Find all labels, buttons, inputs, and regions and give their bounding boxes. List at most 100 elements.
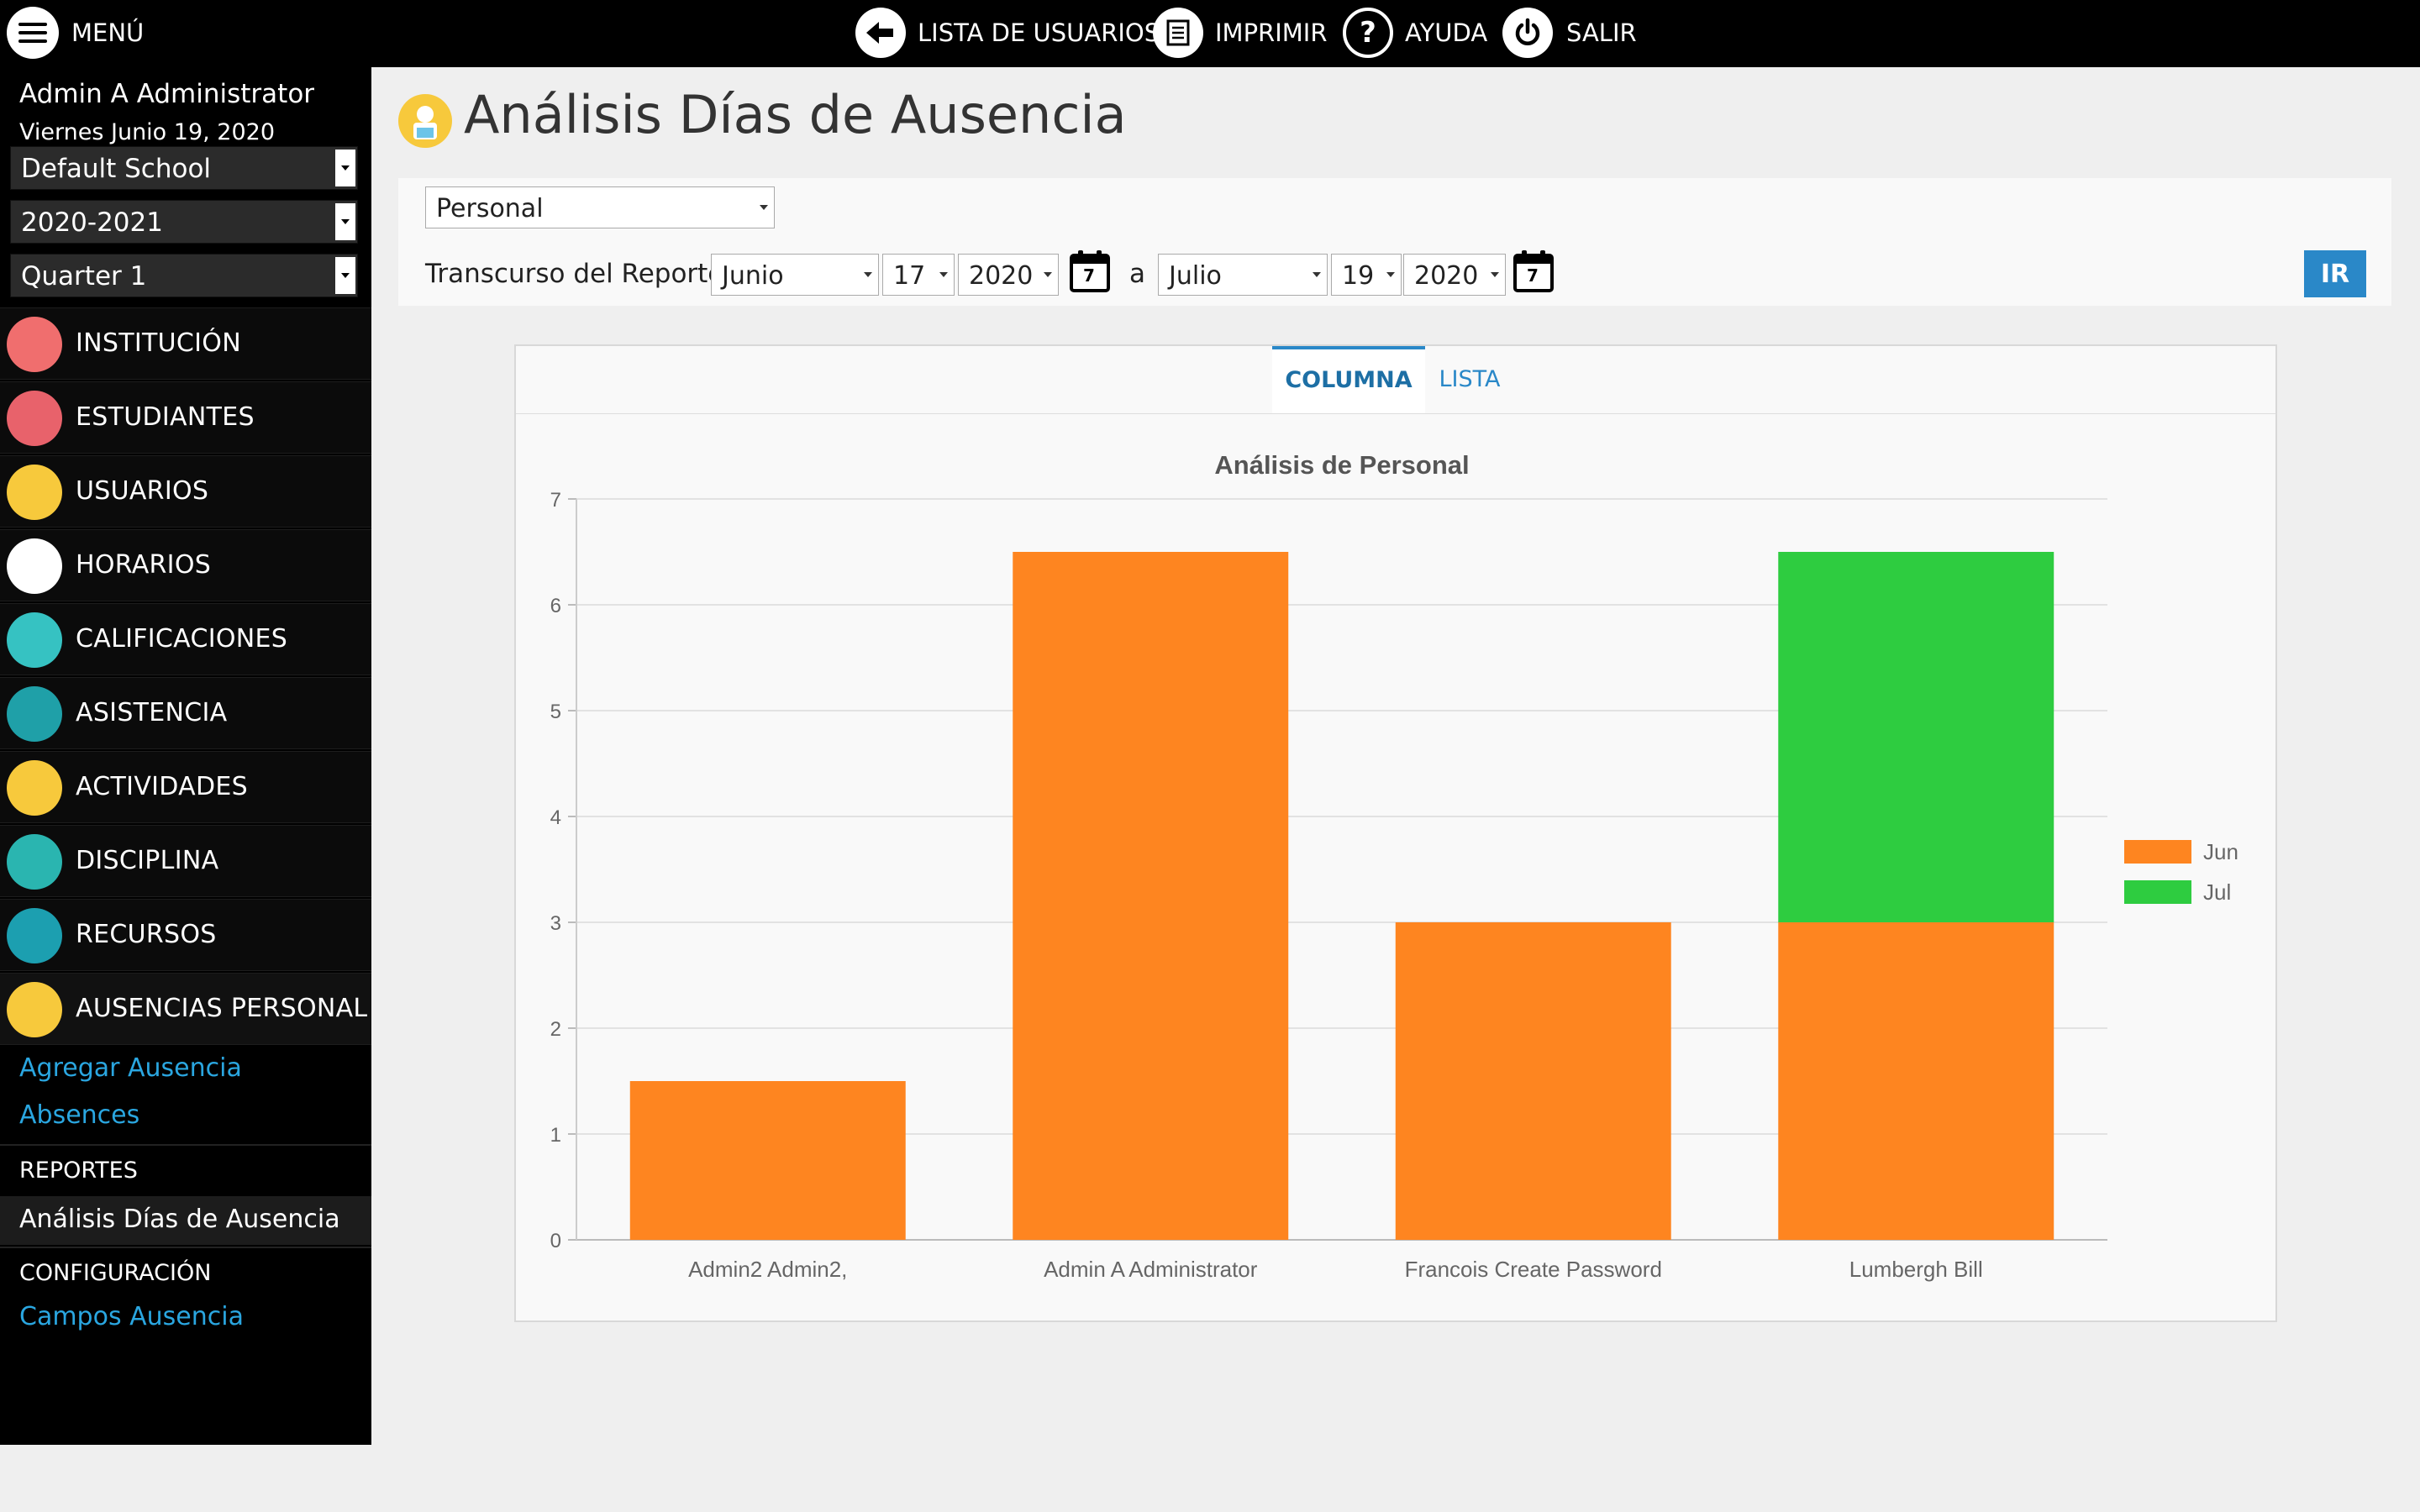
to-year-value: 2020: [1414, 261, 1479, 291]
help-icon[interactable]: ?: [1343, 8, 1393, 58]
to-month-value: Julio: [1169, 261, 1222, 291]
menu-label[interactable]: MENÚ: [71, 17, 144, 49]
users-icon: [7, 465, 62, 520]
sidebar-item-disciplina[interactable]: DISCIPLINA: [0, 825, 371, 897]
bar-jun: [1778, 922, 2054, 1240]
sidebar-item-calificaciones[interactable]: CALIFICACIONES: [0, 603, 371, 675]
x-tick-label: Lumbergh Bill: [1849, 1257, 1983, 1282]
sidebar-item-estudiantes[interactable]: ESTUDIANTES: [0, 381, 371, 454]
staff-absences-icon: [398, 94, 452, 148]
sidebar-item-ausencias-personal[interactable]: AUSENCIAS PERSONAL: [0, 973, 371, 1045]
sidebar-item-label: ESTUDIANTES: [76, 402, 255, 432]
x-tick-label: Francois Create Password: [1405, 1257, 1662, 1282]
calendar-icon[interactable]: 7: [1512, 249, 1554, 292]
chart-panel: COLUMNA LISTA Análisis de Personal 0 1 2 3 4 5…: [514, 344, 2277, 1322]
attendance-icon: [7, 686, 62, 742]
from-year-value: 2020: [969, 261, 1034, 291]
report-type-value: Personal: [436, 194, 544, 223]
current-user-name: Admin A Administrator: [19, 79, 315, 109]
legend-label: Jul: [2203, 879, 2231, 905]
user-list-link[interactable]: LISTA DE USUARIOS: [918, 17, 1160, 49]
chevron-down-icon: [1383, 257, 1398, 292]
y-tick-label: 6: [550, 595, 561, 617]
sidebar-item-label: RECURSOS: [76, 920, 217, 949]
quarter-select[interactable]: Quarter 1: [10, 254, 358, 297]
calendar-day-label: 7: [1083, 265, 1095, 286]
sidebar-item-label: AUSENCIAS PERSONAL: [76, 994, 368, 1023]
from-month-value: Junio: [722, 261, 784, 291]
chart-title: Análisis de Personal: [1214, 450, 1469, 480]
bar-jun: [629, 1081, 906, 1240]
sidebar-item-label: DISCIPLINA: [76, 846, 219, 875]
sidebar-item-label: ACTIVIDADES: [76, 772, 248, 801]
bar-jun: [1395, 922, 1671, 1240]
chevron-down-icon: [936, 257, 951, 292]
school-icon: [7, 317, 62, 372]
to-year-select[interactable]: 2020: [1403, 254, 1506, 296]
sidebar-item-usuarios[interactable]: USUARIOS: [0, 455, 371, 528]
chevron-down-icon: [1309, 257, 1324, 292]
current-report-link[interactable]: Análisis Días de Ausencia: [0, 1196, 371, 1245]
legend-swatch: [2124, 880, 2191, 904]
exit-link[interactable]: SALIR: [1566, 17, 1637, 49]
absence-chart: Análisis de Personal 0 1 2 3 4 5 6 7 Admin2 Admin…: [550, 450, 2238, 1282]
go-button[interactable]: IR: [2304, 250, 2366, 297]
students-icon: [7, 391, 62, 446]
y-tick-label: 0: [550, 1230, 561, 1252]
y-tick-label: 7: [550, 489, 561, 512]
sidebar-item-actividades[interactable]: ACTIVIDADES: [0, 751, 371, 823]
add-absence-link[interactable]: Agregar Ausencia: [19, 1053, 242, 1083]
page-title: Análisis Días de Ausencia: [464, 84, 1127, 145]
bar-jun: [1013, 552, 1289, 1240]
current-date: Viernes Junio 19, 2020: [19, 119, 276, 145]
from-year-select[interactable]: 2020: [958, 254, 1059, 296]
school-year-value: 2020-2021: [21, 207, 163, 238]
activities-icon: [7, 760, 62, 816]
current-report-label: Análisis Días de Ausencia: [19, 1205, 340, 1234]
report-range-label: Transcurso del Reporte:: [425, 259, 733, 289]
sidebar-item-recursos[interactable]: RECURSOS: [0, 899, 371, 971]
calendar-day-label: 7: [1527, 265, 1539, 286]
help-link[interactable]: AYUDA: [1405, 17, 1487, 49]
bar-jul: [1778, 552, 2054, 922]
sidebar-item-label: ASISTENCIA: [76, 698, 228, 727]
school-select[interactable]: Default School: [10, 146, 358, 190]
x-tick-label: Admin A Administrator: [1044, 1257, 1258, 1282]
x-tick-label: Admin2 Admin2,: [688, 1257, 847, 1282]
y-tick-label: 5: [550, 701, 561, 723]
config-header: CONFIGURACIÓN: [19, 1260, 212, 1286]
resources-icon: [7, 908, 62, 963]
from-month-select[interactable]: Junio: [711, 254, 879, 296]
from-day-select[interactable]: 17: [882, 254, 955, 296]
divider: [0, 1247, 371, 1248]
print-link[interactable]: IMPRIMIR: [1215, 17, 1328, 49]
divider: [0, 1144, 371, 1146]
school-year-select[interactable]: 2020-2021: [10, 200, 358, 244]
chevron-down-icon: [335, 203, 355, 240]
y-tick-label: 4: [550, 806, 561, 829]
to-month-select[interactable]: Julio: [1158, 254, 1328, 296]
from-day-value: 17: [893, 261, 926, 291]
reports-header: REPORTES: [19, 1158, 138, 1184]
to-day-select[interactable]: 19: [1331, 254, 1402, 296]
chevron-down-icon: [335, 257, 355, 294]
absence-fields-link[interactable]: Campos Ausencia: [19, 1302, 244, 1331]
hamburger-menu-icon[interactable]: [7, 7, 59, 59]
back-arrow-icon[interactable]: [855, 8, 906, 58]
sidebar-item-horarios[interactable]: HORARIOS: [0, 529, 371, 601]
absences-link[interactable]: Absences: [19, 1100, 139, 1130]
chevron-down-icon: [756, 190, 771, 225]
to-day-value: 19: [1342, 261, 1375, 291]
sidebar-item-label: INSTITUCIÓN: [76, 328, 241, 358]
chevron-down-icon: [1040, 257, 1055, 292]
power-icon[interactable]: [1502, 8, 1553, 58]
report-type-select[interactable]: Personal: [425, 186, 775, 228]
staff-absences-icon: [7, 982, 62, 1037]
sidebar-item-asistencia[interactable]: ASISTENCIA: [0, 677, 371, 749]
sidebar-item-institucion[interactable]: INSTITUCIÓN: [0, 307, 371, 380]
schedule-icon: [7, 538, 62, 594]
chevron-down-icon: [1487, 257, 1502, 292]
calendar-icon[interactable]: 7: [1069, 249, 1110, 292]
print-icon[interactable]: [1153, 8, 1203, 58]
chevron-down-icon: [860, 257, 876, 292]
